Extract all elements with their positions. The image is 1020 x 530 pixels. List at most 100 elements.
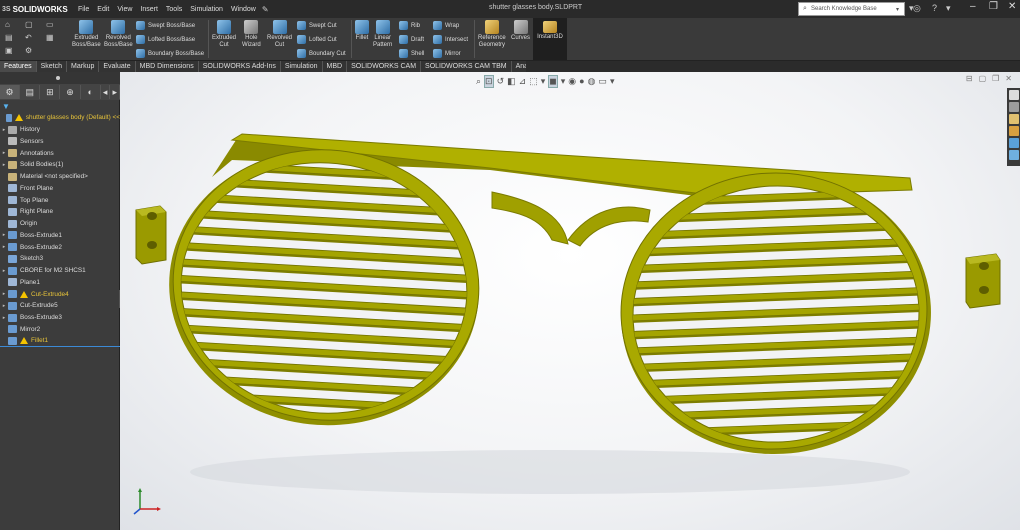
panel-grip[interactable] bbox=[0, 72, 120, 84]
tab-mbd[interactable]: MBD bbox=[323, 61, 348, 72]
help-icon[interactable]: ? bbox=[932, 3, 937, 13]
tab-sketch[interactable]: Sketch bbox=[37, 61, 68, 72]
expand-arrow-icon[interactable]: ▸ bbox=[0, 150, 8, 156]
swept-cut-button[interactable]: Swept Cut bbox=[297, 21, 337, 30]
chevron-down-icon[interactable]: ▾ bbox=[946, 3, 951, 14]
tree-item-origin[interactable]: Origin bbox=[0, 218, 120, 230]
undo-icon[interactable]: ↶ bbox=[25, 33, 32, 42]
expand-arrow-icon[interactable]: ▸ bbox=[0, 244, 8, 250]
restore-icon[interactable]: ❐ bbox=[989, 1, 998, 12]
solidworks-resources-icon[interactable] bbox=[1008, 90, 1019, 100]
tree-item-sketch3[interactable]: Sketch3 bbox=[0, 253, 120, 265]
mirror-button[interactable]: Mirror bbox=[433, 49, 461, 58]
tab-mbd-dimensions[interactable]: MBD Dimensions bbox=[136, 61, 199, 72]
configuration-manager-tab-icon[interactable]: ⊞ bbox=[40, 85, 61, 99]
expand-arrow-icon[interactable]: ▸ bbox=[0, 268, 8, 274]
rebuild-icon[interactable]: ▣ bbox=[5, 46, 13, 55]
rib-button[interactable]: Rib bbox=[399, 21, 420, 30]
minimize-icon[interactable]: – bbox=[970, 1, 976, 12]
revolved-boss-button[interactable]: Revolved Boss/Base bbox=[104, 20, 133, 49]
swept-boss-button[interactable]: Swept Boss/Base bbox=[136, 21, 195, 30]
tree-item-fillet1[interactable]: Fillet1 bbox=[0, 335, 120, 347]
pin-icon[interactable]: ✎ bbox=[262, 5, 269, 14]
expand-arrow-icon[interactable]: ▸ bbox=[0, 127, 8, 133]
print-icon[interactable]: ▤ bbox=[5, 33, 13, 42]
intersect-button[interactable]: Intersect bbox=[433, 35, 468, 44]
close-icon[interactable]: ✕ bbox=[1008, 1, 1016, 12]
tree-item-right-plane[interactable]: Right Plane bbox=[0, 206, 120, 218]
home-icon[interactable]: ⌂ bbox=[5, 20, 10, 29]
lofted-cut-button[interactable]: Lofted Cut bbox=[297, 35, 337, 44]
expand-arrow-icon[interactable]: ▸ bbox=[0, 315, 8, 321]
filter-icon[interactable]: ▼ bbox=[2, 102, 10, 111]
tab-solidworks-add-ins[interactable]: SOLIDWORKS Add-Ins bbox=[199, 61, 281, 72]
chevron-right-icon[interactable]: ▸ bbox=[110, 85, 121, 99]
extruded-boss-button[interactable]: Extruded Boss/Base bbox=[72, 20, 101, 49]
menu-view[interactable]: View bbox=[113, 6, 136, 13]
menu-edit[interactable]: Edit bbox=[93, 6, 113, 13]
dimxpert-tab-icon[interactable]: ⊕ bbox=[60, 85, 81, 99]
hole-wizard-button[interactable]: Hole Wizard bbox=[242, 20, 261, 49]
appearances-icon[interactable] bbox=[1008, 138, 1019, 148]
open-icon[interactable]: ▭ bbox=[46, 20, 54, 29]
search-knowledge-base[interactable]: ⌕ Search Knowledge Base ▾ bbox=[798, 2, 905, 16]
menu-insert[interactable]: Insert bbox=[136, 6, 162, 13]
graphics-area[interactable]: ⌕ ⊡ ↺ ◧ ⊿ ⬚ ▾ ◼ ▾ ◉ ● ◍ ▭ ▾ ⊟ ▢ ❐ ✕ bbox=[120, 72, 1020, 530]
app-logo[interactable]: 3S SOLIDWORKS bbox=[2, 5, 72, 14]
tree-item-cut-extrude4[interactable]: ▸ Cut-Extrude4 bbox=[0, 288, 120, 300]
draft-button[interactable]: Draft bbox=[399, 35, 424, 44]
tree-item-annotations[interactable]: ▸ Annotations bbox=[0, 147, 120, 159]
new-document-icon[interactable]: ▢ bbox=[25, 20, 33, 29]
shell-button[interactable]: Shell bbox=[399, 49, 424, 58]
file-explorer-icon[interactable] bbox=[1008, 114, 1019, 124]
tree-item-top-plane[interactable]: Top Plane bbox=[0, 194, 120, 206]
chevron-left-icon[interactable]: ◂ bbox=[101, 85, 111, 99]
revolved-cut-button[interactable]: Revolved Cut bbox=[267, 20, 292, 49]
lofted-boss-button[interactable]: Lofted Boss/Base bbox=[136, 35, 195, 44]
chevron-down-icon[interactable]: ▾ bbox=[896, 6, 904, 13]
shutter-glasses-model[interactable] bbox=[120, 72, 1020, 530]
user-icon[interactable]: ◎ bbox=[913, 3, 921, 14]
boundary-boss-button[interactable]: Boundary Boss/Base bbox=[136, 49, 204, 58]
tab-solidworks-cam[interactable]: SOLIDWORKS CAM bbox=[347, 61, 422, 72]
tree-item-history[interactable]: ▸ History bbox=[0, 124, 120, 136]
wrap-button[interactable]: Wrap bbox=[433, 21, 459, 30]
tree-item-mirror2[interactable]: Mirror2 bbox=[0, 324, 120, 336]
expand-arrow-icon[interactable]: ▸ bbox=[0, 303, 8, 309]
extruded-cut-button[interactable]: Extruded Cut bbox=[212, 20, 236, 49]
design-library-icon[interactable] bbox=[1008, 102, 1019, 112]
select-icon[interactable]: ▦ bbox=[46, 33, 54, 42]
menu-window[interactable]: Window bbox=[227, 6, 260, 13]
tree-item-plane1[interactable]: Plane1 bbox=[0, 277, 120, 289]
fillet-button[interactable]: Fillet bbox=[355, 20, 369, 42]
expand-arrow-icon[interactable]: ▸ bbox=[0, 162, 8, 168]
view-palette-icon[interactable] bbox=[1008, 126, 1019, 136]
tree-item-front-plane[interactable]: Front Plane bbox=[0, 183, 120, 195]
menu-file[interactable]: File bbox=[74, 6, 93, 13]
tree-item-solid-bodies-1[interactable]: ▸ Solid Bodies(1) bbox=[0, 159, 120, 171]
tree-item-cut-extrude5[interactable]: ▸ Cut-Extrude5 bbox=[0, 300, 120, 312]
tree-item-shutter-glasses-body-default[interactable]: shutter glasses body (Default) << bbox=[0, 112, 120, 124]
tab-markup[interactable]: Markup bbox=[67, 61, 100, 72]
property-manager-tab-icon[interactable]: ▤ bbox=[20, 85, 41, 99]
reference-geometry-button[interactable]: Reference Geometry bbox=[478, 20, 506, 49]
expand-arrow-icon[interactable]: ▸ bbox=[0, 232, 8, 238]
feature-manager-tab-icon[interactable]: ⚙ bbox=[0, 85, 21, 99]
custom-properties-icon[interactable] bbox=[1008, 150, 1019, 160]
tab-simulation[interactable]: Simulation bbox=[281, 61, 323, 72]
tree-item-boss-extrude3[interactable]: ▸ Boss-Extrude3 bbox=[0, 312, 120, 324]
tab-evaluate[interactable]: Evaluate bbox=[99, 61, 136, 72]
display-manager-tab-icon[interactable]: ◐ bbox=[81, 85, 101, 99]
tree-item-material-not-specified[interactable]: Material <not specified> bbox=[0, 171, 120, 183]
instant3d-button[interactable]: Instant3D bbox=[533, 18, 567, 60]
boundary-cut-button[interactable]: Boundary Cut bbox=[297, 49, 346, 58]
linear-pattern-button[interactable]: Linear Pattern bbox=[373, 20, 392, 49]
tree-item-sensors[interactable]: Sensors bbox=[0, 136, 120, 148]
tab-features[interactable]: Features bbox=[0, 61, 37, 72]
tree-item-cbore-for-m2-shcs1[interactable]: ▸ CBORE for M2 SHCS1 bbox=[0, 265, 120, 277]
curves-button[interactable]: Curves bbox=[511, 20, 530, 42]
menu-simulation[interactable]: Simulation bbox=[186, 6, 227, 13]
expand-arrow-icon[interactable]: ▸ bbox=[0, 291, 8, 297]
options-icon[interactable]: ⚙ bbox=[25, 46, 32, 55]
tree-item-boss-extrude2[interactable]: ▸ Boss-Extrude2 bbox=[0, 241, 120, 253]
